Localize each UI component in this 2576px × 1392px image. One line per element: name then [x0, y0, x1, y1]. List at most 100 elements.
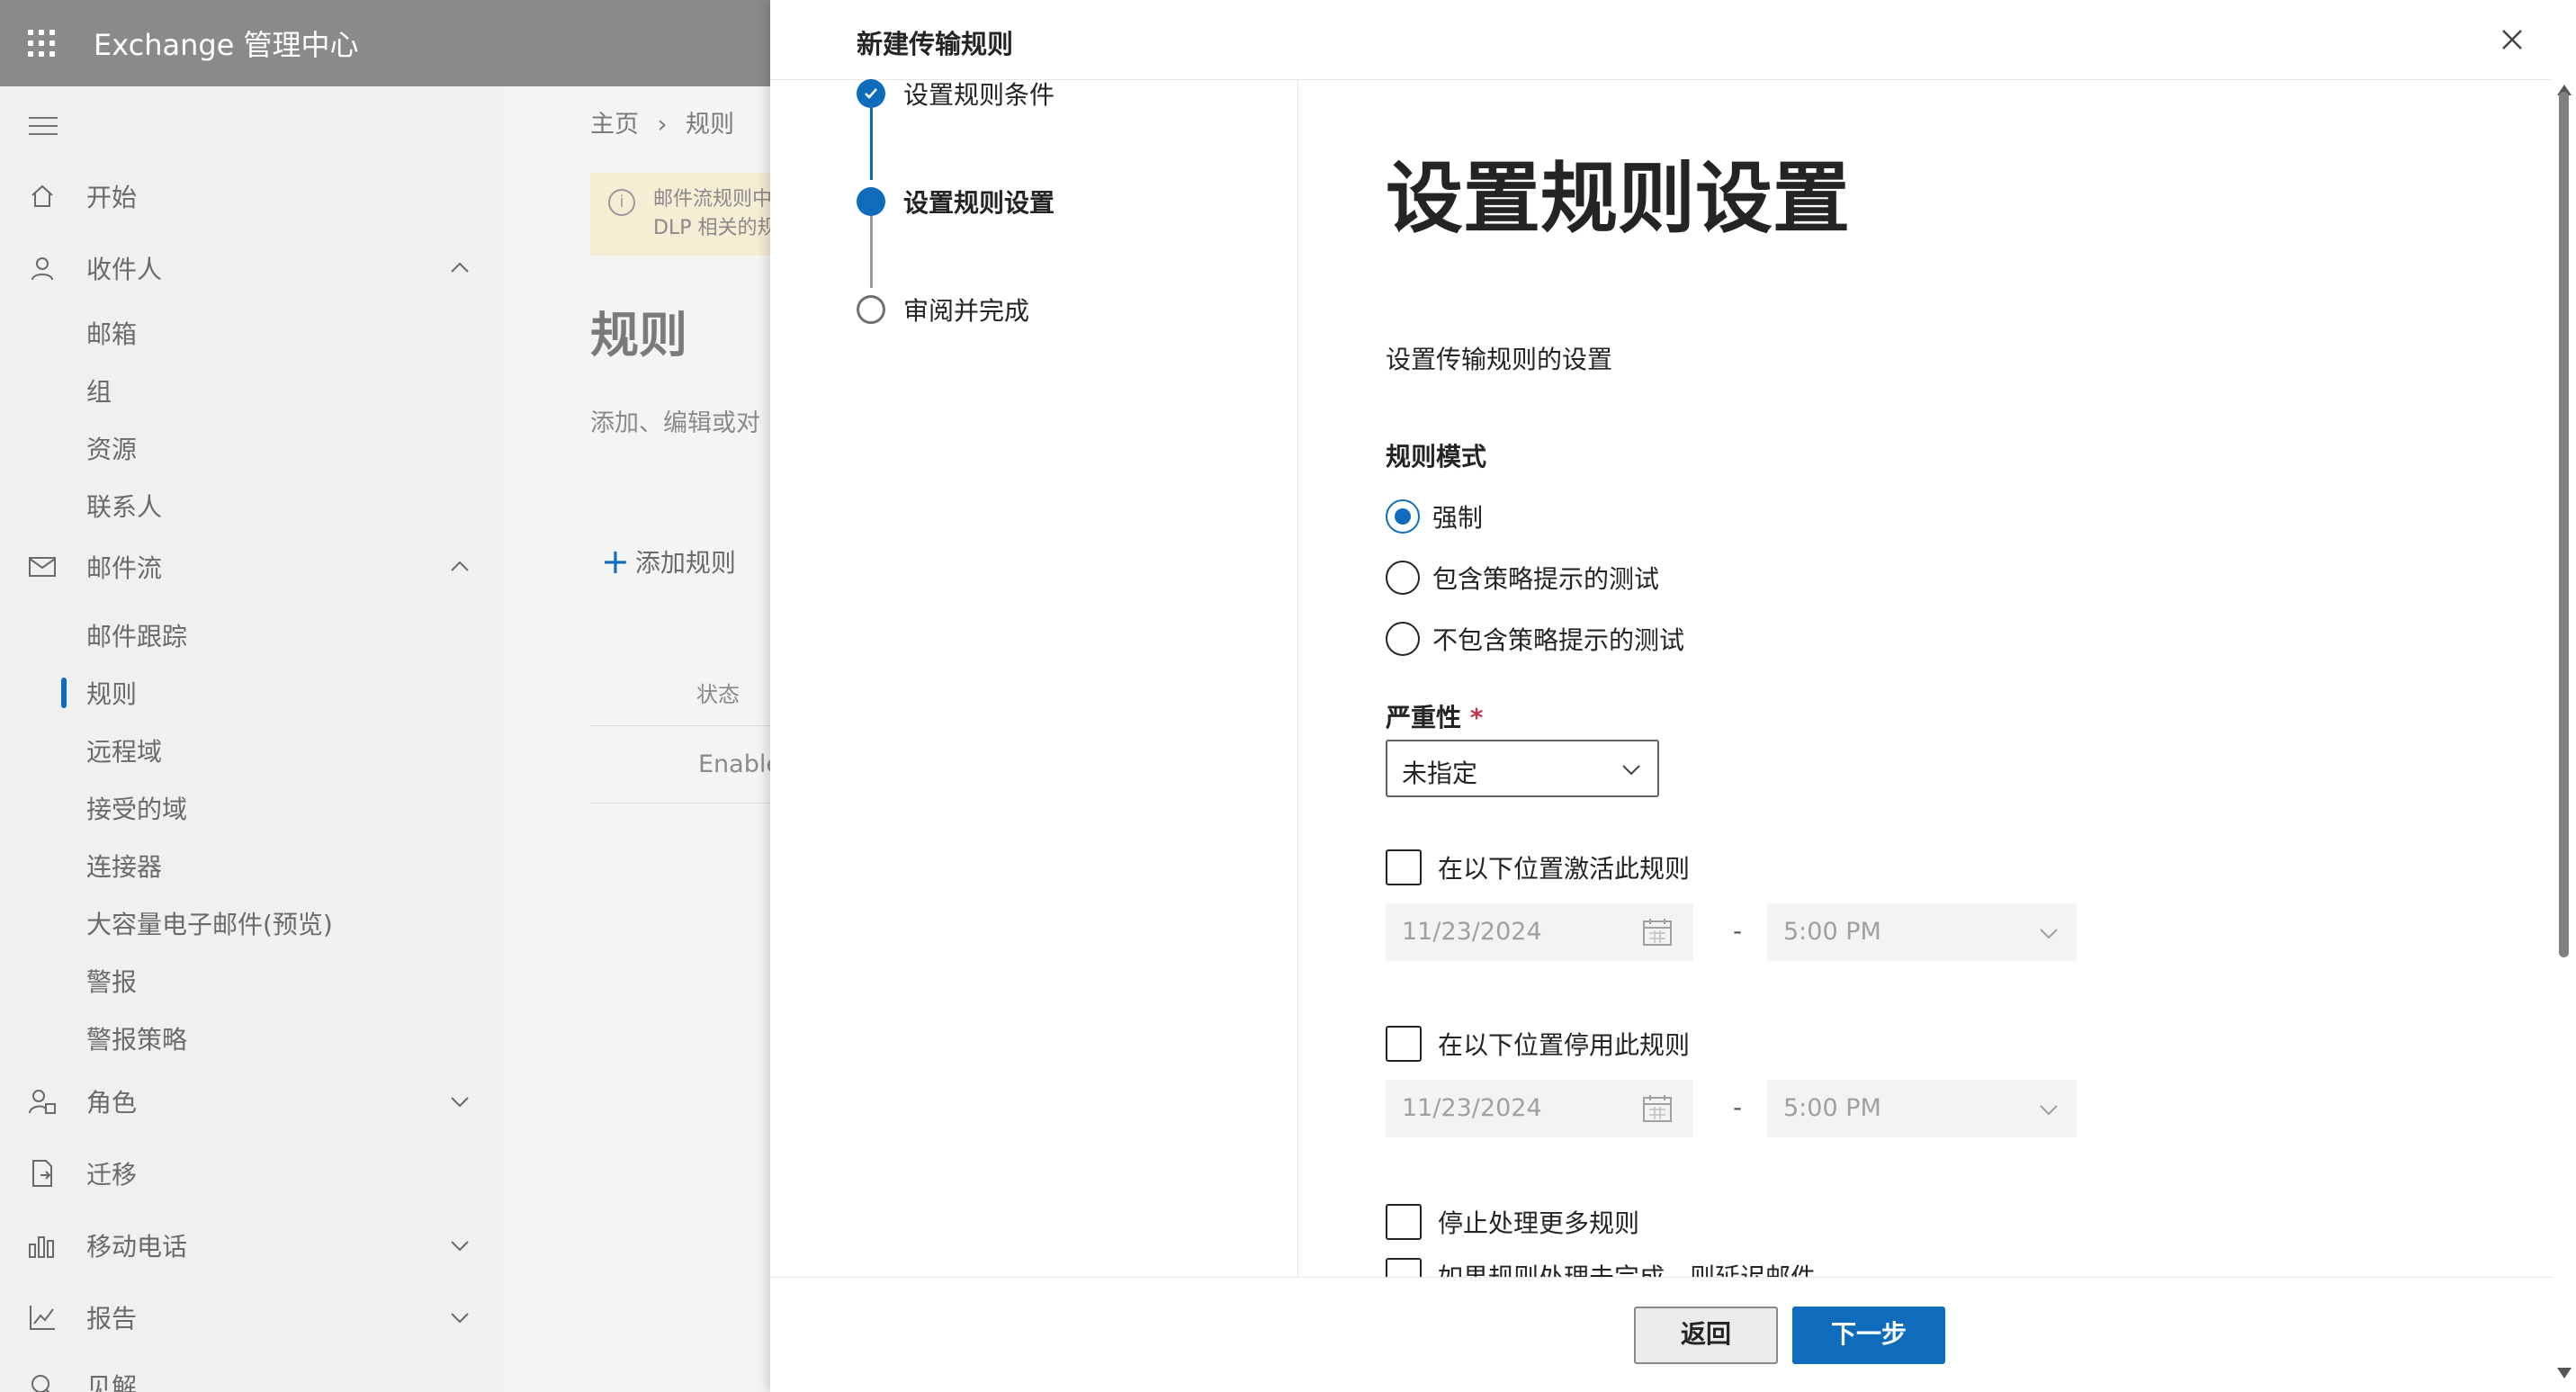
- app-header: Exchange 管理中心: [0, 0, 770, 86]
- role-icon: [27, 1086, 58, 1117]
- table-header-divider: [590, 725, 770, 726]
- page-title: 规则: [590, 307, 687, 364]
- radio-enforce[interactable]: 强制: [1386, 498, 1483, 534]
- step-set-settings[interactable]: 设置规则设置: [857, 187, 1055, 218]
- severity-label: 严重性 *: [1386, 703, 1484, 732]
- steps-divider: [1297, 80, 1298, 1277]
- radio-button[interactable]: [1386, 561, 1420, 595]
- new-transport-rule-panel: 新建传输规则 设置规则条件 设置规则设置 审阅并完成 设置规则设置 设置传输规则…: [770, 0, 2576, 1392]
- form-heading: 设置规则设置: [1386, 154, 1850, 244]
- nav-item-mobile[interactable]: 移动电话: [0, 1217, 504, 1274]
- chevron-up-icon[interactable]: [448, 555, 471, 579]
- radio-button[interactable]: [1386, 622, 1420, 656]
- info-icon: i: [608, 189, 635, 216]
- activate-time-dropdown[interactable]: 5:00 PM: [1767, 903, 2077, 961]
- chevron-up-icon[interactable]: [448, 256, 471, 280]
- radio-test-with-policy-tips[interactable]: 包含策略提示的测试: [1386, 560, 1659, 596]
- checkbox[interactable]: [1386, 849, 1422, 885]
- step-connector-2: [870, 216, 873, 288]
- nav-sub-accepted-domains[interactable]: 接受的域: [0, 783, 504, 833]
- breadcrumb-rules: 规则: [686, 111, 734, 139]
- app-title: Exchange 管理中心: [94, 28, 359, 62]
- hamburger-menu-icon[interactable]: [29, 117, 58, 137]
- nav-item-insights[interactable]: 见解: [0, 1357, 504, 1392]
- close-icon[interactable]: [2494, 22, 2530, 58]
- scrollbar-thumb[interactable]: [2559, 92, 2569, 957]
- left-navigation: 开始 收件人 邮箱 组 资源 联系人 邮件流 邮件跟踪 规则 远程域 接受的域 …: [0, 86, 504, 1392]
- vertical-scrollbar[interactable]: [2552, 79, 2576, 1392]
- nav-sub-message-trace[interactable]: 邮件跟踪: [0, 610, 504, 660]
- checkmark-circle-icon: [857, 79, 885, 108]
- stop-processing-checkbox-row[interactable]: 停止处理更多规则: [1386, 1204, 1639, 1240]
- chevron-down-icon: [2037, 921, 2060, 945]
- migration-icon: [27, 1158, 58, 1189]
- page-description: 添加、编辑或对: [590, 409, 760, 437]
- date-time-separator: -: [1733, 916, 1743, 946]
- nav-sub-bulk-email[interactable]: 大容量电子邮件(预览): [0, 898, 504, 948]
- breadcrumb: 主页 › 规则: [590, 104, 734, 139]
- calendar-icon[interactable]: [1641, 916, 1674, 948]
- chart-icon: [27, 1302, 58, 1333]
- insights-icon: [27, 1370, 58, 1392]
- nav-sub-contacts[interactable]: 联系人: [0, 480, 504, 531]
- column-header-status[interactable]: 状态: [696, 677, 740, 708]
- checkbox[interactable]: [1386, 1026, 1422, 1062]
- activate-date-picker[interactable]: 11/23/2024: [1386, 903, 1693, 961]
- info-text-line2: DLP 相关的规: [653, 217, 770, 239]
- step-review-finish[interactable]: 审阅并完成: [857, 295, 1029, 326]
- step-connector-1: [870, 108, 873, 180]
- deactivate-rule-checkbox-row[interactable]: 在以下位置停用此规则: [1386, 1026, 1690, 1062]
- checkbox[interactable]: [1386, 1204, 1422, 1240]
- mail-icon: [27, 552, 58, 582]
- panel-footer: 返回 下一步: [770, 1278, 2552, 1392]
- nav-sub-groups[interactable]: 组: [0, 365, 504, 416]
- calendar-icon[interactable]: [1641, 1092, 1674, 1125]
- nav-item-roles[interactable]: 角色: [0, 1073, 504, 1130]
- nav-sub-alerts[interactable]: 警报: [0, 956, 504, 1006]
- scroll-down-arrow-icon[interactable]: [2557, 1368, 2572, 1379]
- nav-item-mail-flow[interactable]: 邮件流: [0, 538, 504, 596]
- info-message-bar: i 邮件流规则中 DLP 相关的规: [590, 173, 770, 256]
- deactivate-time-dropdown[interactable]: 5:00 PM: [1767, 1080, 2077, 1137]
- date-time-separator: -: [1733, 1092, 1743, 1122]
- deactivate-date-picker[interactable]: 11/23/2024: [1386, 1080, 1693, 1137]
- required-marker: *: [1469, 703, 1484, 732]
- breadcrumb-home[interactable]: 主页: [590, 111, 639, 139]
- active-indicator: [61, 678, 67, 708]
- form-subheading: 设置传输规则的设置: [1386, 345, 1613, 374]
- nav-sub-mailboxes[interactable]: 邮箱: [0, 308, 504, 358]
- step-set-conditions[interactable]: 设置规则条件: [857, 79, 1055, 110]
- nav-item-reports[interactable]: 报告: [0, 1289, 504, 1346]
- pending-step-icon: [857, 295, 885, 324]
- nav-sub-connectors[interactable]: 连接器: [0, 840, 504, 891]
- person-icon: [27, 253, 58, 283]
- nav-item-migration[interactable]: 迁移: [0, 1145, 504, 1202]
- nav-sub-remote-domains[interactable]: 远程域: [0, 725, 504, 776]
- table-row-divider: [590, 803, 770, 804]
- severity-dropdown[interactable]: 未指定: [1386, 740, 1659, 797]
- table-cell-status: Enable: [698, 750, 770, 778]
- chevron-right-icon: ›: [657, 111, 668, 139]
- chevron-down-icon: [2037, 1098, 2060, 1121]
- chevron-down-icon: [1620, 758, 1643, 781]
- nav-sub-rules[interactable]: 规则: [0, 668, 504, 718]
- home-icon: [27, 181, 58, 211]
- nav-item-home[interactable]: 开始: [0, 167, 504, 225]
- nav-item-recipients[interactable]: 收件人: [0, 239, 504, 297]
- radio-button-checked[interactable]: [1386, 499, 1420, 534]
- chevron-down-icon[interactable]: [448, 1234, 471, 1257]
- next-button[interactable]: 下一步: [1792, 1307, 1945, 1364]
- panel-title: 新建传输规则: [857, 29, 1014, 59]
- activate-rule-checkbox-row[interactable]: 在以下位置激活此规则: [1386, 849, 1690, 885]
- back-button[interactable]: 返回: [1634, 1307, 1778, 1364]
- nav-sub-resources[interactable]: 资源: [0, 423, 504, 473]
- chevron-down-icon[interactable]: [448, 1306, 471, 1329]
- chevron-down-icon[interactable]: [448, 1090, 471, 1113]
- add-rule-button[interactable]: + 添加规则: [601, 543, 736, 579]
- radio-test-without-policy-tips[interactable]: 不包含策略提示的测试: [1386, 621, 1684, 657]
- rules-page-background: 主页 › 规则 i 邮件流规则中 DLP 相关的规 规则 添加、编辑或对 + 添…: [504, 86, 770, 1392]
- rule-mode-label: 规则模式: [1386, 442, 1487, 471]
- nav-sub-alert-policies[interactable]: 警报策略: [0, 1013, 504, 1064]
- info-text-line1: 邮件流规则中: [653, 188, 770, 211]
- app-launcher-icon[interactable]: [25, 27, 58, 59]
